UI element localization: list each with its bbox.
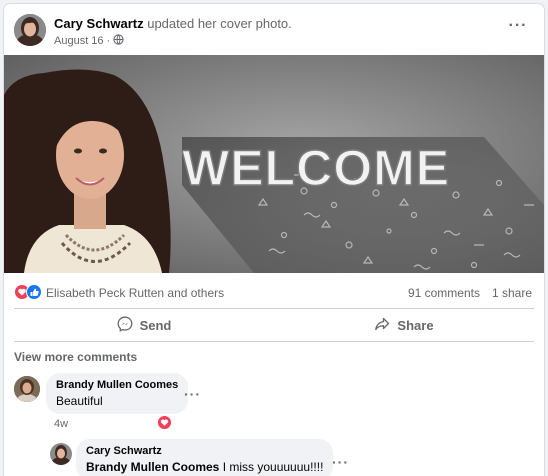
messenger-icon xyxy=(117,316,133,335)
author-avatar[interactable] xyxy=(14,14,46,46)
divider xyxy=(14,341,534,342)
reply-text-line: Brandy Mullen Coomes I miss youuuuuu!!!! xyxy=(86,460,323,474)
send-button[interactable]: Send xyxy=(14,309,274,341)
comment-time[interactable]: 4w xyxy=(54,418,68,430)
reply-author[interactable]: Cary Schwartz xyxy=(86,445,323,457)
engagement-counts: 91 comments 1 share xyxy=(408,286,532,300)
mention-link[interactable]: Brandy Mullen Coomes xyxy=(86,460,219,474)
post-actions: Send Share xyxy=(14,309,534,341)
cover-headline: WELCOME xyxy=(182,140,450,196)
reaction-icons[interactable] xyxy=(14,284,44,300)
dot-separator: · xyxy=(106,35,111,47)
share-label: Share xyxy=(397,317,434,333)
share-arrow-icon xyxy=(374,316,390,335)
comment-options-button[interactable]: ··· xyxy=(184,386,201,402)
more-options-button[interactable]: ··· xyxy=(506,18,530,38)
comment-text: Beautiful xyxy=(56,394,103,408)
share-button[interactable]: Share xyxy=(274,309,534,341)
reply-text: I miss youuuuuu!!!! xyxy=(219,460,324,474)
post-card: Cary Schwartz updated her cover photo. A… xyxy=(4,4,544,476)
reaction-names[interactable]: Elisabeth Peck Rutten and others xyxy=(46,286,224,300)
view-more-comments-link[interactable]: View more comments xyxy=(14,350,137,364)
comment-author[interactable]: Brandy Mullen Coomes xyxy=(56,379,178,391)
post-action-text: updated her cover photo. xyxy=(147,16,292,31)
reply-options-button[interactable]: ··· xyxy=(332,454,349,470)
author-line: Cary Schwartz updated her cover photo. xyxy=(54,16,292,31)
comment-bubble: Brandy Mullen Coomes Beautiful xyxy=(46,373,189,414)
love-reaction-icon[interactable] xyxy=(157,415,172,435)
author-name[interactable]: Cary Schwartz xyxy=(54,16,144,31)
reply-author-avatar[interactable] xyxy=(50,443,72,465)
post-header: Cary Schwartz updated her cover photo. A… xyxy=(4,4,544,56)
commenter-avatar[interactable] xyxy=(14,376,40,402)
globe-icon xyxy=(113,34,124,48)
shares-count[interactable]: 1 share xyxy=(492,286,532,300)
comments-count[interactable]: 91 comments xyxy=(408,286,480,300)
post-date[interactable]: August 16 xyxy=(54,35,104,47)
reply-bubble: Cary Schwartz Brandy Mullen Coomes I mis… xyxy=(76,439,334,476)
reactions-bar: Elisabeth Peck Rutten and others 91 comm… xyxy=(4,278,544,306)
send-label: Send xyxy=(139,317,172,333)
cover-photo[interactable]: WELCOME xyxy=(4,55,544,273)
post-meta: August 16 · xyxy=(54,34,124,48)
